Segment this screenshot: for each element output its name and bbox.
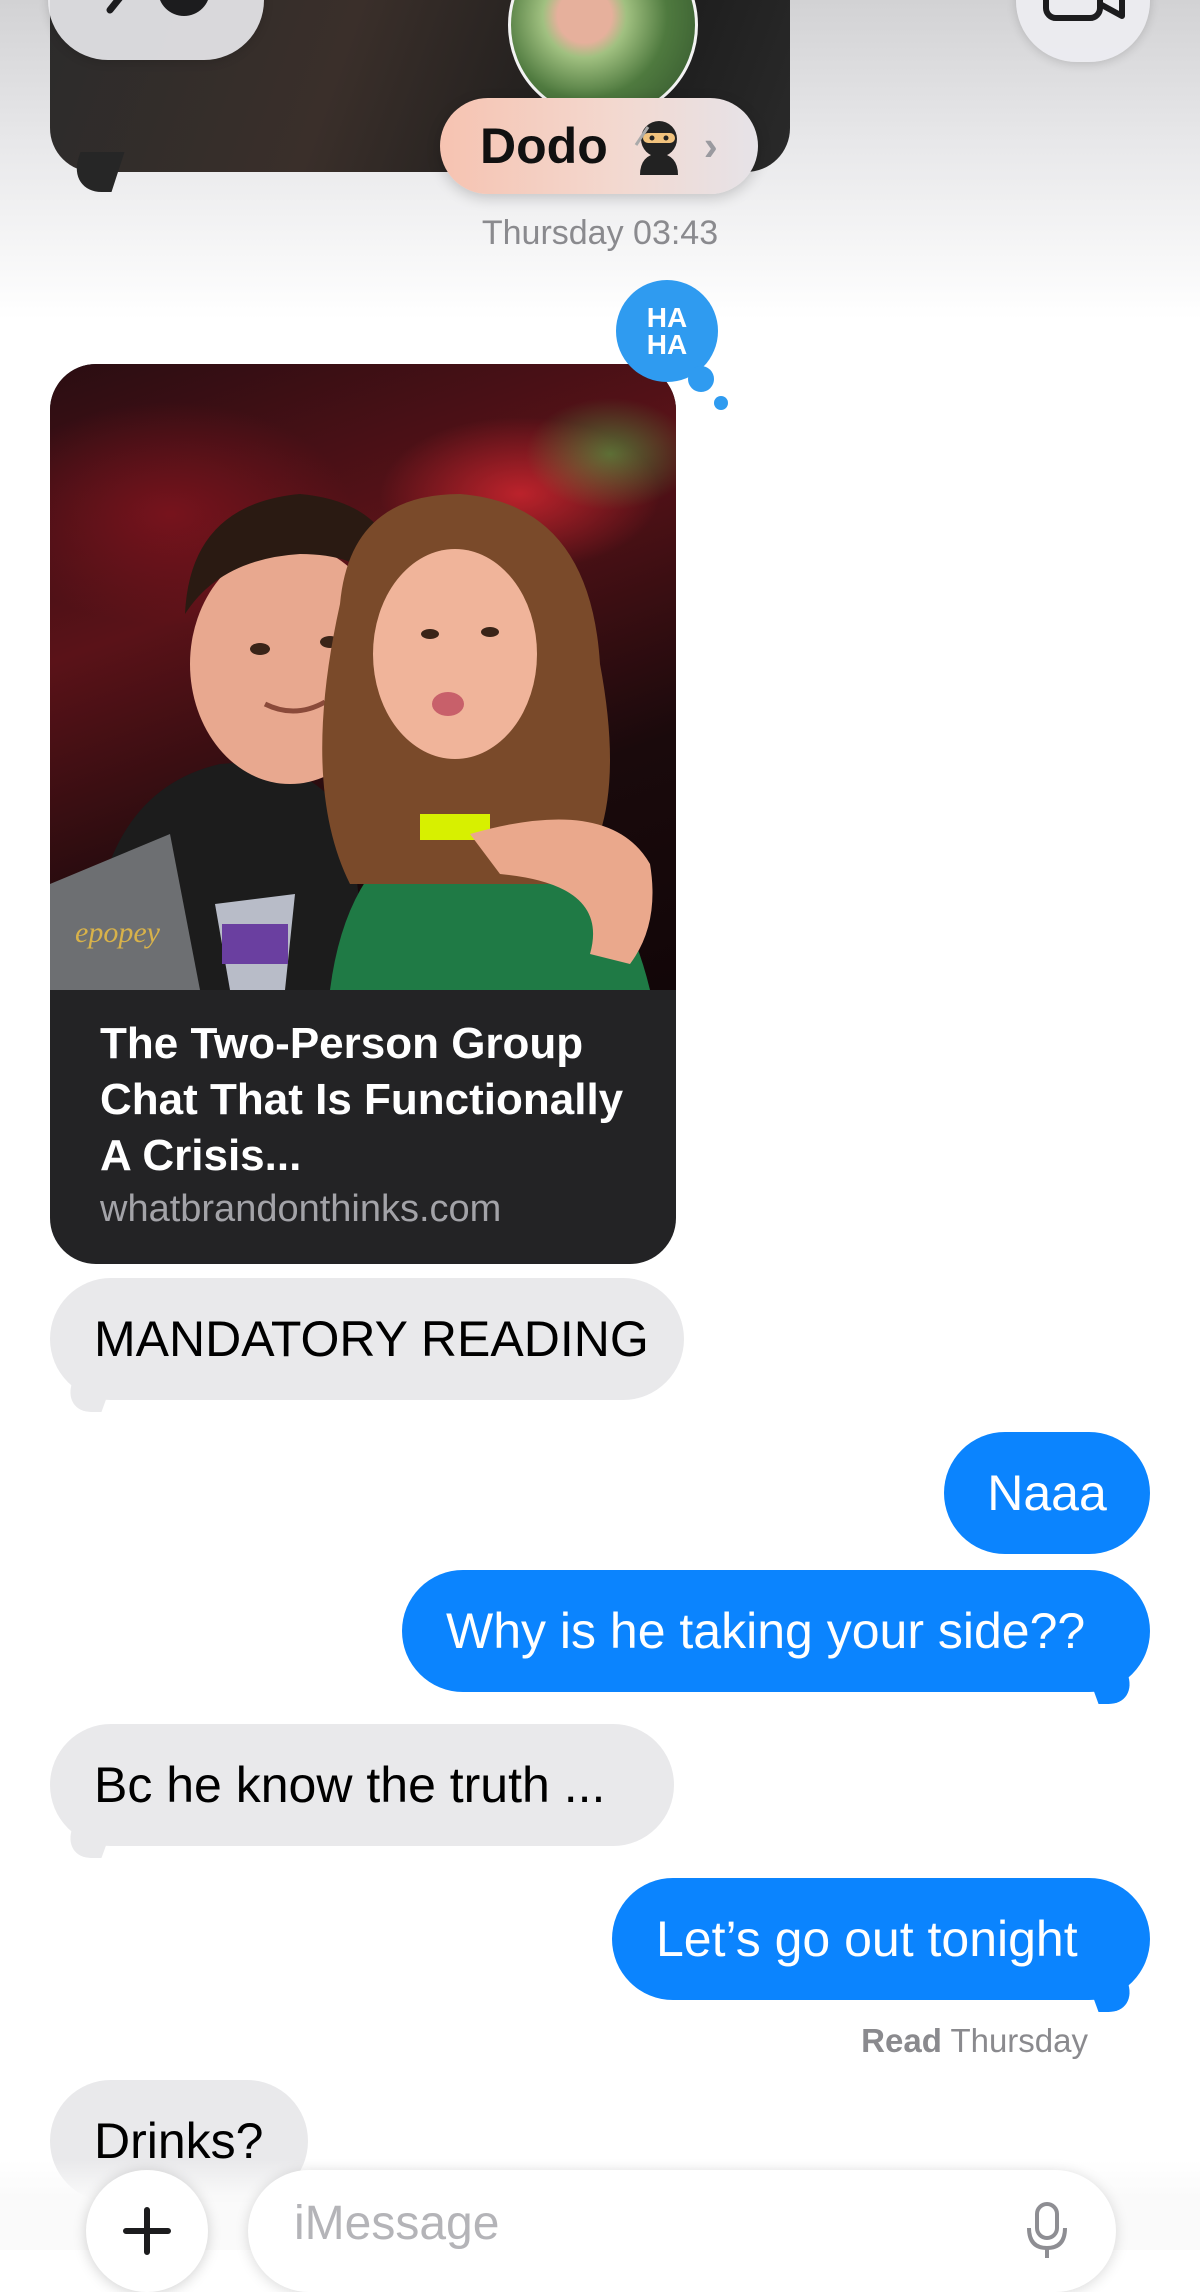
bubble-tail bbox=[61, 1822, 115, 1858]
contact-name: Dodo bbox=[480, 118, 608, 174]
ninja-emoji-icon bbox=[628, 115, 690, 177]
read-label: Read bbox=[861, 2022, 942, 2059]
message-bubble-sent[interactable]: Naaa bbox=[944, 1432, 1150, 1554]
microphone-icon[interactable] bbox=[1024, 2200, 1070, 2260]
input-placeholder: iMessage bbox=[294, 2197, 500, 2250]
read-receipt: Read Thursday bbox=[861, 2022, 1088, 2060]
svg-text:epopey: epopey bbox=[75, 916, 161, 949]
message-text: Bc he know the truth ... bbox=[94, 1757, 606, 1813]
imessage-input[interactable]: iMessage bbox=[248, 2170, 1116, 2292]
reaction-text-line1: HA bbox=[646, 302, 688, 333]
message-text: Why is he taking your side?? bbox=[446, 1603, 1086, 1659]
plus-icon[interactable] bbox=[122, 2206, 172, 2256]
chevron-left-icon[interactable] bbox=[80, 0, 230, 35]
link-preview-domain: whatbrandonthinks.com bbox=[100, 1188, 502, 1230]
video-camera-icon[interactable] bbox=[1016, 0, 1150, 62]
bubble-tail bbox=[1085, 1668, 1139, 1704]
add-attachment-button[interactable] bbox=[86, 2170, 208, 2292]
reaction-tail-dot bbox=[688, 366, 714, 392]
message-bubble-sent[interactable]: Why is he taking your side?? bbox=[402, 1570, 1150, 1704]
read-time: Thursday bbox=[950, 2022, 1088, 2059]
contact-name-pill[interactable]: Dodo › bbox=[440, 98, 758, 194]
link-preview-card[interactable]: epopey The Two-Person Group Chat That Is… bbox=[50, 364, 676, 1264]
bubble-tail bbox=[1085, 1976, 1139, 2012]
link-preview-title: The Two-Person Group Chat That Is Functi… bbox=[100, 1019, 624, 1180]
message-text: Naaa bbox=[987, 1465, 1107, 1521]
message-bubble-sent[interactable]: Let’s go out tonight bbox=[612, 1878, 1150, 2012]
chevron-right-icon: › bbox=[703, 122, 718, 169]
bubble-tail bbox=[61, 1376, 115, 1412]
message-bubble-received[interactable]: MANDATORY READING bbox=[50, 1278, 684, 1412]
reaction-tail-dot-small bbox=[714, 396, 728, 410]
message-timestamp: Thursday 03:43 bbox=[481, 214, 719, 252]
message-text: MANDATORY READING bbox=[94, 1311, 649, 1367]
link-preview-image: epopey bbox=[50, 364, 676, 990]
message-bubble-received[interactable]: Bc he know the truth ... bbox=[50, 1724, 674, 1858]
reaction-text-line2: HA bbox=[646, 329, 688, 360]
message-text: Let’s go out tonight bbox=[656, 1911, 1078, 1967]
video-call-button[interactable] bbox=[1016, 0, 1150, 62]
